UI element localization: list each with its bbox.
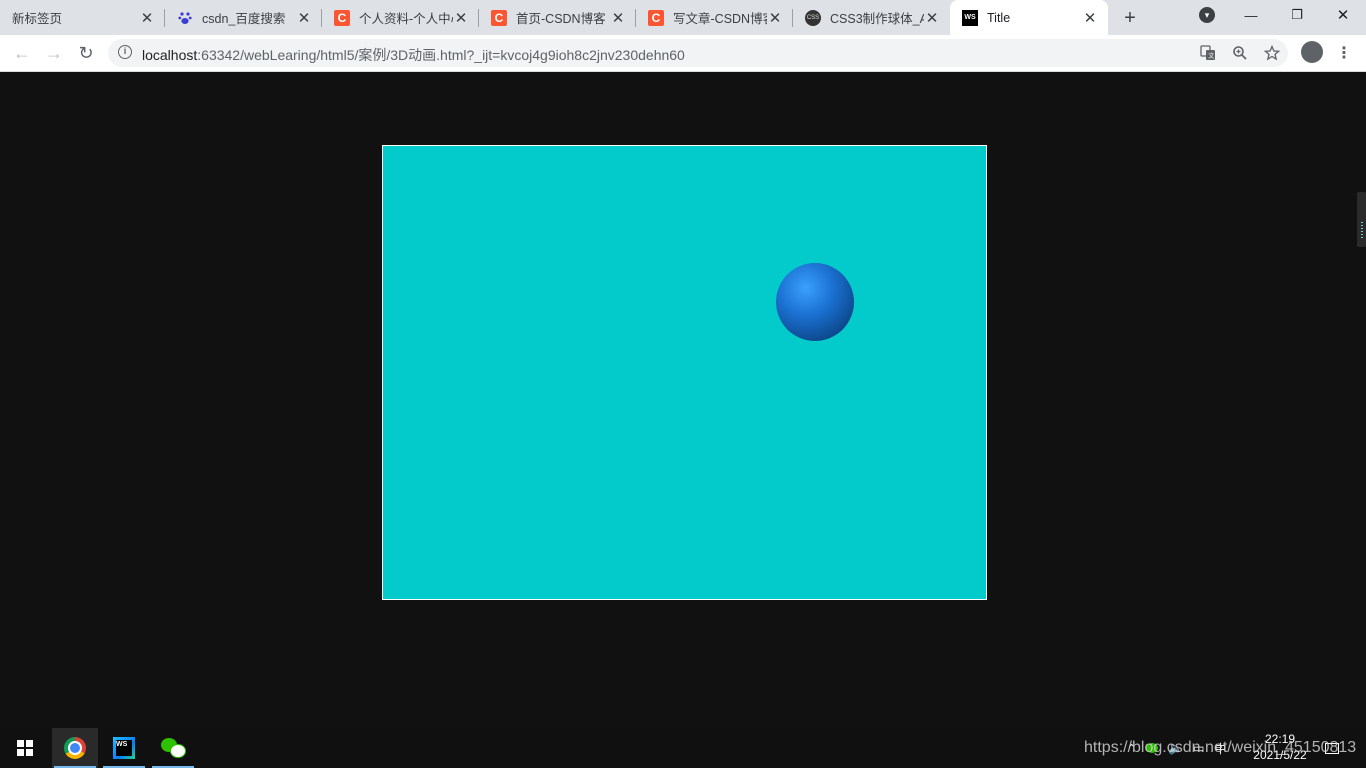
close-icon[interactable]: ✕	[610, 10, 626, 27]
wechat-icon	[161, 738, 186, 758]
tab-title-active[interactable]: WS Title ✕	[950, 0, 1108, 35]
css-icon: CSS	[805, 9, 821, 26]
close-icon[interactable]: ✕	[767, 10, 783, 27]
3d-sphere	[776, 263, 854, 341]
url-host: localhost	[142, 47, 198, 63]
webstorm-icon	[113, 737, 135, 759]
start-button[interactable]	[2, 728, 48, 768]
csdn-c-icon: C	[334, 9, 350, 26]
chevron-down-icon: ▾	[1199, 7, 1215, 23]
profile-avatar-icon[interactable]	[1301, 41, 1323, 63]
taskbar-webstorm[interactable]	[101, 728, 147, 768]
tab-write-article[interactable]: C 写文章-CSDN博客 ✕	[636, 0, 793, 35]
browser-toolbar: ← → ↻ i localhost:63342/webLearing/html5…	[0, 35, 1366, 72]
tab-baidu-search[interactable]: csdn_百度搜索 ✕	[165, 0, 322, 35]
info-icon[interactable]: i	[118, 45, 132, 59]
translate-icon[interactable]: 文	[1198, 43, 1218, 63]
windows-logo-icon	[17, 740, 33, 756]
animation-stage	[382, 145, 987, 600]
close-icon[interactable]: ✕	[924, 10, 940, 27]
tab-css3-sphere[interactable]: CSS CSS3制作球体_A ✕	[793, 0, 950, 35]
svg-text:文: 文	[1208, 52, 1214, 60]
tab-new-tab[interactable]: 新标签页 ✕	[0, 0, 165, 35]
window-close-button[interactable]: ✕	[1320, 0, 1366, 30]
url-text[interactable]: localhost:63342/webLearing/html5/案例/3D动画…	[142, 45, 685, 65]
tab-csdn-home[interactable]: C 首页-CSDN博客 ✕	[479, 0, 636, 35]
watermark: https://blog.csdn.net/weixin_45150813	[1084, 739, 1357, 756]
reload-button[interactable]: ↻	[72, 39, 100, 67]
taskbar-wechat[interactable]	[150, 728, 196, 768]
tab-profile[interactable]: C 个人资料-个人中心 ✕	[322, 0, 479, 35]
bookmark-star-icon[interactable]	[1262, 43, 1282, 63]
close-icon[interactable]: ✕	[139, 10, 155, 27]
close-icon[interactable]: ✕	[1082, 10, 1098, 27]
tab-title: Title	[987, 10, 1011, 25]
zoom-icon[interactable]	[1230, 43, 1250, 63]
forward-button[interactable]: →	[40, 39, 68, 67]
tab-title: 首页-CSDN博客	[516, 12, 606, 26]
csdn-c-icon: C	[648, 9, 664, 26]
url-path: :63342/webLearing/html5/案例/3D动画.html?_ij…	[197, 47, 685, 63]
close-icon[interactable]: ✕	[296, 10, 312, 27]
webstorm-icon: WS	[962, 9, 978, 26]
back-button[interactable]: ←	[8, 39, 36, 67]
tab-title: 写文章-CSDN博客	[673, 12, 767, 26]
tab-title: 个人资料-个人中心	[359, 12, 453, 26]
close-icon[interactable]: ✕	[453, 10, 469, 27]
taskbar-chrome[interactable]	[52, 728, 98, 768]
tab-strip: 新标签页 ✕ csdn_百度搜索 ✕ C 个人资料-个人中心 ✕ C 首页-CS…	[0, 0, 1366, 35]
tab-title: csdn_百度搜索	[202, 12, 286, 26]
page-viewport	[0, 72, 1366, 728]
restore-button[interactable]: ❐	[1274, 0, 1320, 30]
tab-search-button[interactable]: ▾	[1184, 0, 1230, 30]
minimize-button[interactable]: —	[1228, 0, 1274, 30]
grip-icon	[1361, 222, 1363, 240]
csdn-c-icon: C	[491, 9, 507, 26]
chrome-icon	[64, 737, 86, 759]
address-bar[interactable]: i localhost:63342/webLearing/html5/案例/3D…	[108, 39, 1288, 67]
scrollbar-thumb[interactable]	[1357, 192, 1366, 247]
tab-title: 新标签页	[12, 12, 63, 26]
new-tab-button[interactable]: +	[1118, 6, 1142, 30]
baidu-paw-icon	[177, 10, 193, 26]
tab-title: CSS3制作球体_A	[830, 12, 924, 26]
menu-kebab-icon[interactable]: ⋮	[1336, 42, 1352, 64]
